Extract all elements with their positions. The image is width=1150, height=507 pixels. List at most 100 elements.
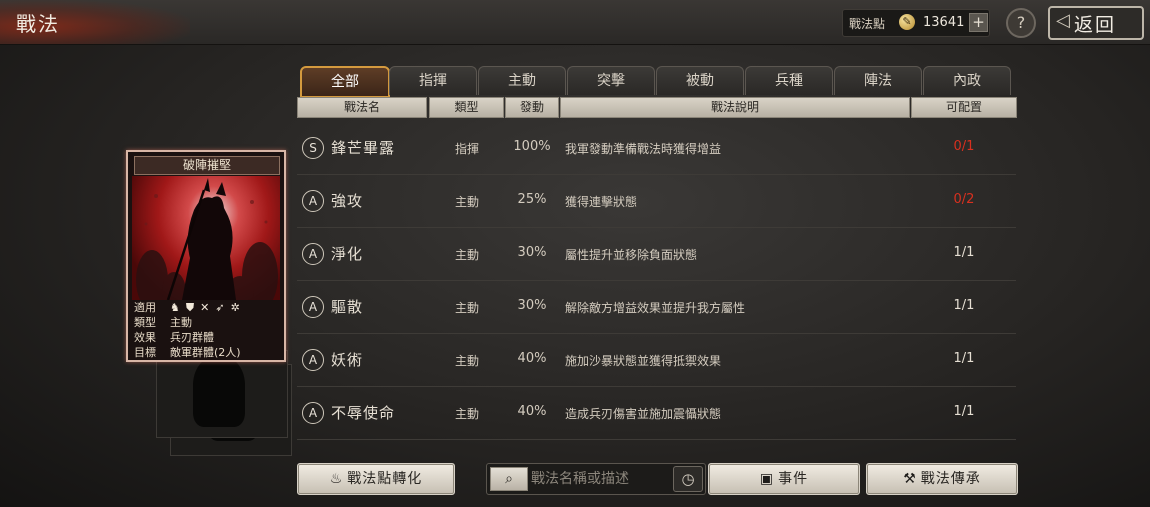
target-key: 目標	[134, 346, 156, 359]
column-header-description: 戰法說明	[560, 97, 910, 118]
tactic-type: 主動	[454, 301, 479, 315]
tab-troop-type[interactable]: 兵種	[745, 66, 833, 95]
spear-icon: ➶	[215, 301, 225, 314]
history-button[interactable]: ◷	[673, 466, 703, 492]
category-tabs: 全部 指揮 主動 突擊 被動 兵種 陣法 內政	[300, 66, 1016, 98]
card-back	[156, 350, 288, 438]
tactic-points-value: 13641	[923, 15, 965, 30]
grade-badge: A	[302, 190, 324, 212]
top-bar: 戰法 戰法點 ✎ 13641 + ? ◁ 返回	[0, 0, 1150, 45]
tactic-row[interactable]: A 不辱使命 主動 40% 造成兵刃傷害並施加震懾狀態 1/1	[297, 387, 1016, 440]
tactic-description: 施加沙暴狀態並獲得抵禦效果	[565, 354, 722, 368]
tactic-row[interactable]: A 淨化 主動 30% 屬性提升並移除負面狀態 1/1	[297, 228, 1016, 281]
tactic-type: 主動	[454, 354, 479, 368]
add-points-button[interactable]: +	[969, 13, 988, 32]
tactic-rate: 40%	[517, 404, 547, 419]
tactic-row[interactable]: A 驅散 主動 30% 解除敵方增益效果並提升我方屬性 1/1	[297, 281, 1016, 334]
cavalry-icon: ♞	[170, 301, 180, 314]
tactic-description: 我軍發動準備戰法時獲得增益	[565, 142, 722, 156]
column-header-quota[interactable]: 可配置	[911, 97, 1017, 118]
selected-tactic-card[interactable]: 破陣摧堅 適用 ♞ ⛊ ✕ ➶ ✲ 類型 主動 效果 兵刃群體 目標 敵軍群體(…	[126, 150, 286, 362]
target-value: 敵軍群體(2人)	[170, 346, 241, 359]
clock-icon: ◷	[681, 470, 695, 488]
back-arrow-icon: ◁	[1056, 10, 1070, 31]
tactic-card-stack[interactable]: 破陣摧堅 適用 ♞ ⛊ ✕ ➶ ✲ 類型 主動 效果 兵刃群體 目標 敵軍群體(…	[126, 150, 296, 456]
hammer-icon: ⚒	[903, 471, 917, 487]
bow-icon: ✕	[200, 301, 210, 314]
grade-badge: A	[302, 349, 324, 371]
column-header-rate[interactable]: 發動	[505, 97, 559, 118]
alert-icon: ▣	[759, 471, 775, 487]
inherit-tactic-label: 戰法傳承	[920, 471, 981, 487]
back-button[interactable]: ◁ 返回	[1048, 6, 1144, 40]
search-bar: ⌕ ◷	[486, 463, 706, 495]
shield-icon: ⛊	[185, 301, 195, 314]
troop-type-icons: ♞ ⛊ ✕ ➶ ✲	[170, 300, 246, 315]
tactic-type: 主動	[454, 248, 479, 262]
tactic-name: 妖術	[331, 351, 364, 369]
page-title: 戰法	[16, 12, 60, 36]
tactic-quota: 1/1	[953, 298, 975, 313]
tactic-quota: 0/1	[953, 139, 975, 154]
convert-points-button[interactable]: ♨ 戰法點轉化	[297, 463, 455, 495]
column-header-type[interactable]: 類型	[429, 97, 504, 118]
tactic-name: 淨化	[331, 245, 364, 263]
grade-badge: A	[302, 296, 324, 318]
event-button[interactable]: ▣ 事件	[708, 463, 860, 495]
tactic-row[interactable]: A 強攻 主動 25% 獲得連擊狀態 0/2	[297, 175, 1016, 228]
tactic-name: 強攻	[331, 192, 364, 210]
tactic-quota: 1/1	[953, 245, 975, 260]
search-icon: ⌕	[505, 471, 513, 487]
grade-badge: A	[302, 243, 324, 265]
tab-all[interactable]: 全部	[300, 66, 390, 98]
card-effect-row: 效果 兵刃群體	[134, 330, 280, 345]
tactic-point-coin-icon: ✎	[899, 14, 915, 30]
tactic-quota: 1/1	[953, 351, 975, 366]
tab-assault[interactable]: 突擊	[567, 66, 655, 95]
effect-key: 效果	[134, 331, 156, 344]
tab-command[interactable]: 指揮	[389, 66, 477, 95]
tactic-description: 屬性提升並移除負面狀態	[565, 248, 698, 262]
tactic-description: 造成兵刃傷害並施加震懾狀態	[565, 407, 722, 421]
search-input[interactable]	[531, 467, 665, 491]
tactic-row[interactable]: S 鋒芒畢露 指揮 100% 我軍發動準備戰法時獲得增益 0/1	[297, 122, 1016, 175]
tab-passive[interactable]: 被動	[656, 66, 744, 95]
tactic-description: 解除敵方增益效果並提升我方屬性	[565, 301, 746, 315]
tactic-name: 不辱使命	[331, 404, 396, 422]
search-button[interactable]: ⌕	[490, 467, 528, 491]
effect-value: 兵刃群體	[170, 331, 214, 344]
inherit-tactic-button[interactable]: ⚒ 戰法傳承	[866, 463, 1018, 495]
tactic-type: 主動	[454, 195, 479, 209]
convert-points-label: 戰法點轉化	[347, 471, 423, 487]
grade-badge: A	[302, 402, 324, 424]
card-art	[132, 176, 280, 300]
tactic-rate: 30%	[517, 245, 547, 260]
tactic-name: 驅散	[331, 298, 364, 316]
help-button[interactable]: ?	[1006, 8, 1036, 38]
card-back-art	[193, 357, 245, 427]
tactic-row[interactable]: A 妖術 主動 40% 施加沙暴狀態並獲得抵禦效果 1/1	[297, 334, 1016, 387]
back-label: 返回	[1074, 14, 1117, 36]
tactic-rate: 30%	[517, 298, 547, 313]
wheel-icon: ✲	[230, 301, 240, 314]
card-title: 破陣摧堅	[134, 156, 280, 175]
column-header-name[interactable]: 戰法名	[297, 97, 427, 118]
event-label: 事件	[778, 471, 809, 487]
type-key: 類型	[134, 316, 156, 329]
tab-formation[interactable]: 陣法	[834, 66, 922, 95]
tab-active[interactable]: 主動	[478, 66, 566, 95]
tactic-rate: 25%	[517, 192, 547, 207]
tactic-name: 鋒芒畢露	[331, 139, 396, 157]
card-target-row: 目標 敵軍群體(2人)	[134, 345, 280, 360]
tactic-points-label: 戰法點	[849, 17, 886, 31]
tactic-type: 主動	[454, 407, 479, 421]
tactic-type: 指揮	[454, 142, 479, 156]
apply-key: 適用	[134, 301, 156, 314]
tactic-quota: 0/2	[953, 192, 975, 207]
card-type-row: 類型 主動	[134, 315, 280, 330]
tactic-rate: 100%	[513, 139, 551, 154]
tactic-quota: 1/1	[953, 404, 975, 419]
tactic-points-display: 戰法點 ✎ 13641 +	[842, 9, 990, 37]
tab-internal-affairs[interactable]: 內政	[923, 66, 1011, 95]
tactic-list: S 鋒芒畢露 指揮 100% 我軍發動準備戰法時獲得增益 0/1 A 強攻 主動…	[297, 122, 1016, 440]
